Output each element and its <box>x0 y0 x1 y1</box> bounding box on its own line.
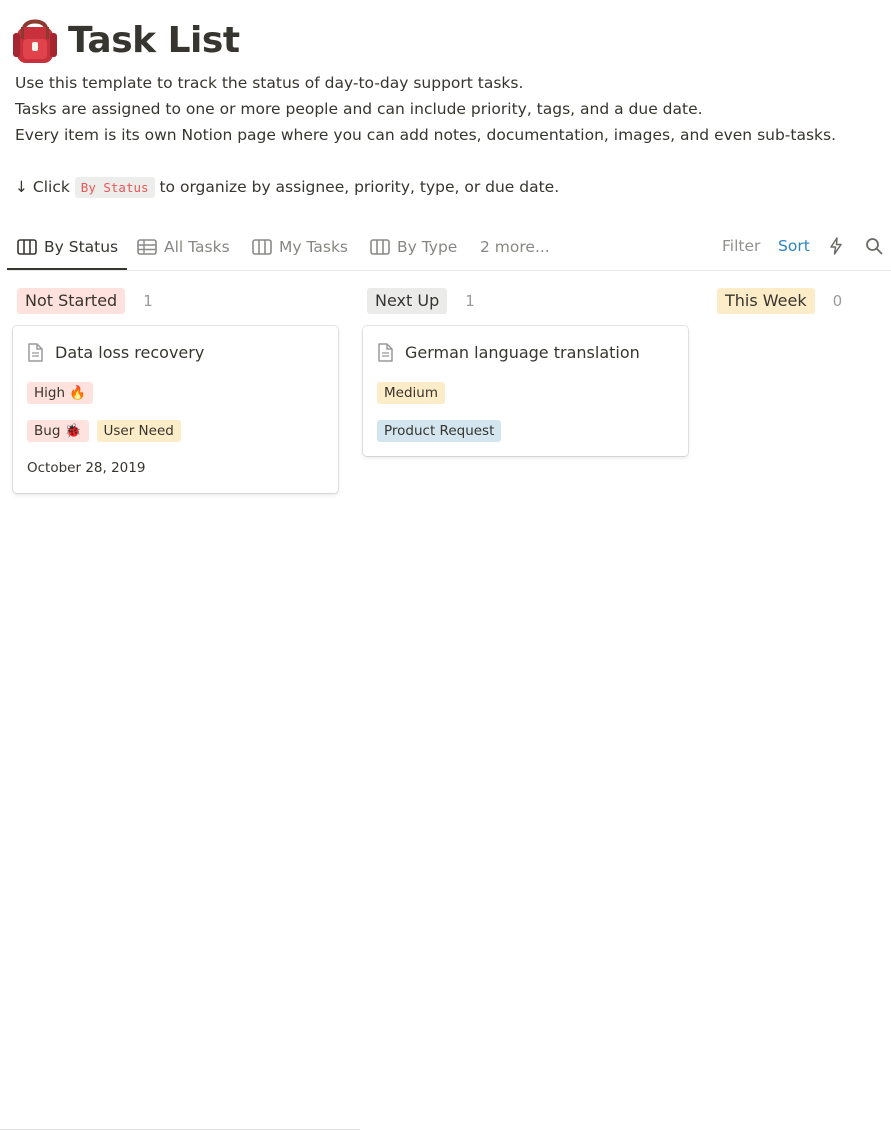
tab-by-status[interactable]: By Status <box>17 226 118 268</box>
inline-code: By Status <box>74 177 155 198</box>
tags-row: Bug 🐞 User Need <box>27 420 189 442</box>
priority-row: High 🔥 <box>27 382 101 404</box>
group-count: 1 <box>465 292 475 310</box>
status-badge: Not Started <box>17 288 126 314</box>
tab-my-tasks[interactable]: My Tasks <box>252 226 348 268</box>
board-icon <box>370 239 390 255</box>
priority-tag: High 🔥 <box>27 382 94 404</box>
type-tag: Bug 🐞 <box>27 420 89 442</box>
group-count: 1 <box>143 292 153 310</box>
tab-label: My Tasks <box>279 238 349 256</box>
board-group-header-this-week[interactable]: This Week 0 <box>717 288 842 314</box>
status-badge: This Week <box>717 288 815 314</box>
hint-line: ↓ Click By Status to organize by assigne… <box>15 174 885 201</box>
page-icon <box>378 343 393 362</box>
search-icon <box>866 238 883 255</box>
page-title[interactable]: Task List <box>68 20 240 61</box>
priority-row: Medium <box>377 382 453 404</box>
divider <box>0 1129 360 1130</box>
sort-button[interactable]: Sort <box>778 226 810 266</box>
more-views-button[interactable]: 2 more... <box>480 226 550 268</box>
tab-label: All Tasks <box>164 238 230 256</box>
page-icon <box>28 343 43 362</box>
tags-row: Product Request <box>377 420 509 442</box>
lightning-icon <box>830 237 842 255</box>
tab-by-type[interactable]: By Type <box>370 226 457 268</box>
tab-label: By Type <box>397 238 458 256</box>
type-tag: User Need <box>96 420 181 442</box>
card-title-row: German language translation <box>377 343 640 362</box>
description-line: Every item is its own Notion page where … <box>15 126 837 144</box>
card-title: Data loss recovery <box>55 343 205 362</box>
board-group-header-not-started[interactable]: Not Started 1 <box>17 288 153 314</box>
card-title-row: Data loss recovery <box>27 343 204 362</box>
board-card[interactable]: German language translation Medium Produ… <box>363 326 688 456</box>
priority-tag: Medium <box>377 382 445 404</box>
hint-suffix: to organize by assignee, priority, type,… <box>159 178 560 196</box>
more-views-label: 2 more... <box>480 238 550 256</box>
hint-prefix: ↓ Click <box>15 178 70 196</box>
board-icon <box>17 239 37 255</box>
search-button[interactable] <box>865 226 883 266</box>
automation-button[interactable] <box>829 226 843 266</box>
page-description: Use this template to track the status of… <box>15 70 885 201</box>
group-count: 0 <box>832 292 843 310</box>
description-line: Tasks are assigned to one or more people… <box>15 100 703 118</box>
backpack-icon[interactable] <box>10 15 60 65</box>
page-header: Task List <box>10 12 240 68</box>
board-card[interactable]: Data loss recovery High 🔥 Bug 🐞 User Nee… <box>13 326 338 493</box>
table-icon <box>137 239 157 255</box>
board-group-header-next-up[interactable]: Next Up 1 <box>367 288 475 314</box>
active-tab-indicator <box>7 268 127 270</box>
card-title: German language translation <box>405 343 640 362</box>
filter-button[interactable]: Filter <box>722 226 760 266</box>
tab-label: By Status <box>44 238 119 256</box>
description-line: Use this template to track the status of… <box>15 74 524 92</box>
tab-all-tasks[interactable]: All Tasks <box>137 226 230 268</box>
type-tag: Product Request <box>377 420 502 442</box>
due-date: October 28, 2019 <box>27 460 146 476</box>
status-badge: Next Up <box>367 288 448 314</box>
view-tabs: By Status All Tasks My Tasks By Type 2 m… <box>7 226 891 271</box>
board-icon <box>252 239 272 255</box>
